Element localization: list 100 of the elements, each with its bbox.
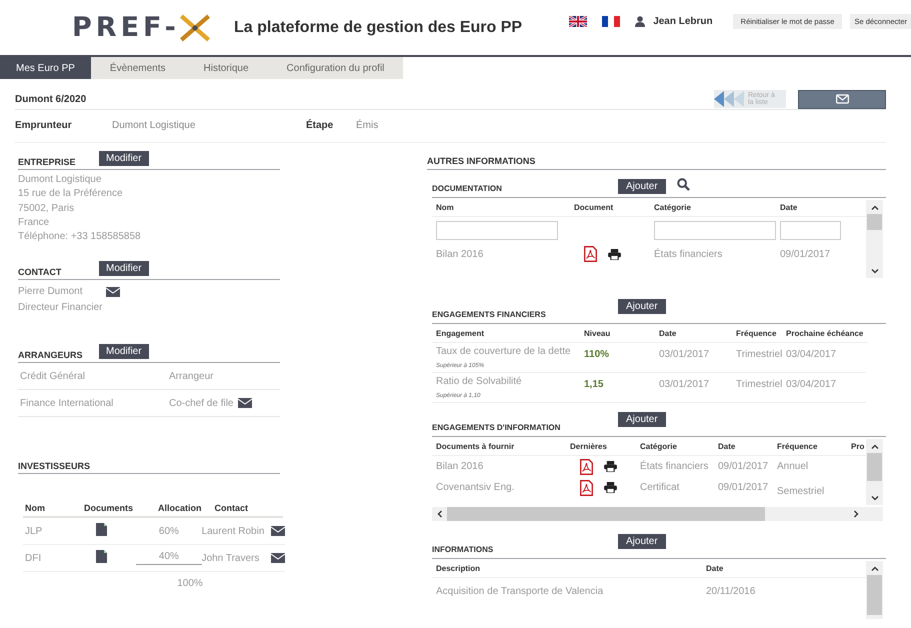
date-filter-field[interactable]: [780, 220, 841, 240]
france-flag-icon[interactable]: [602, 16, 620, 27]
document-icon[interactable]: [96, 523, 108, 536]
column-header: Description: [436, 564, 482, 572]
table-cell-text: 09/01/2017: [718, 482, 770, 493]
printer-icon[interactable]: [608, 248, 621, 260]
column-header: Engagement: [436, 328, 486, 338]
email-button[interactable]: [798, 90, 886, 108]
section-title: INFORMATIONS: [432, 545, 494, 555]
app-title: La plateforme de gestion des Euro PP: [234, 18, 522, 36]
column-header: Document: [574, 202, 614, 212]
contact-name: Pierre Dumont: [18, 285, 82, 300]
add-button[interactable]: Ajouter: [618, 534, 666, 549]
tab[interactable]: Évènements: [90, 57, 185, 79]
chevron-up-icon[interactable]: [870, 205, 878, 210]
envelope-icon[interactable]: [106, 287, 120, 298]
table-cell-text: 03/04/2017: [786, 349, 838, 360]
chevron-right-icon[interactable]: [854, 510, 859, 518]
envelope-icon[interactable]: [238, 398, 252, 408]
envelope-icon[interactable]: [271, 553, 285, 564]
table-cell-text: États financiers: [640, 461, 710, 472]
table-cell-text: Trimestriel: [736, 349, 784, 360]
table-cell-text: Certificat: [640, 482, 680, 493]
field-value: Émis: [356, 120, 378, 130]
printer-icon[interactable]: [604, 482, 617, 493]
column-header: Pro: [851, 442, 865, 450]
deal-title: Dumont 6/2020: [15, 94, 88, 104]
table-cell-text: JLP: [24, 526, 44, 537]
column-header: Nom: [24, 503, 46, 514]
table-cell-text: Covenantsiv Eng.: [436, 482, 516, 493]
pdf-icon[interactable]: [580, 480, 593, 496]
commitment-name: Taux de couverture de la dette: [436, 346, 572, 357]
chevron-left-icon[interactable]: [437, 510, 442, 518]
pdf-icon[interactable]: [580, 458, 593, 474]
modify-button[interactable]: Modifier: [99, 261, 149, 276]
tab[interactable]: Historique: [184, 57, 268, 79]
table-cell-text: 03/01/2017: [659, 349, 710, 360]
section-title: ENTREPRISE: [18, 157, 77, 168]
category-filter-field[interactable]: [654, 220, 776, 240]
arranger-role: Co-chef de file: [169, 398, 234, 409]
field-value: Dumont Logistique: [112, 120, 196, 130]
envelope-icon[interactable]: [271, 526, 285, 536]
field-label: Emprunteur: [15, 120, 73, 130]
column-header: Date: [706, 564, 724, 572]
uk-flag-icon[interactable]: [569, 16, 588, 27]
document-icon[interactable]: [96, 550, 108, 564]
table-cell: 40%: [136, 551, 202, 566]
address-line: 15 rue de la Préférence: [18, 187, 124, 202]
vertical-scrollbar[interactable]: [866, 439, 883, 505]
logo-text: PREF-: [72, 12, 180, 43]
chevron-up-icon[interactable]: [870, 566, 878, 571]
modify-button[interactable]: Modifier: [99, 151, 149, 166]
column-header: Niveau: [584, 328, 612, 338]
contact-role: Directeur Financier: [18, 301, 104, 316]
scrollbar-thumb[interactable]: [867, 453, 882, 481]
column-header: Date: [780, 202, 798, 212]
modify-button[interactable]: Modifier: [99, 344, 149, 360]
name-filter-field[interactable]: [436, 220, 558, 240]
add-button[interactable]: Ajouter: [618, 299, 666, 314]
table-cell-text: John Travers: [202, 552, 260, 564]
tab[interactable]: Mes Euro PP: [0, 57, 91, 79]
pdf-icon[interactable]: [584, 246, 597, 262]
allocation-total: 100%: [176, 578, 204, 590]
table-cell-text: 09/01/2017: [780, 248, 832, 260]
envelope-icon: [836, 94, 848, 104]
table-cell-text: Semestriel: [777, 486, 826, 496]
scrollbar-thumb[interactable]: [447, 507, 765, 521]
column-header: Nom: [436, 202, 455, 212]
column-header: Fréquence: [736, 328, 778, 338]
vertical-scrollbar[interactable]: [866, 200, 883, 278]
logo-cross-icon: [178, 14, 212, 42]
column-header: Allocation: [157, 503, 203, 514]
chevron-down-icon[interactable]: [870, 496, 878, 501]
chevron-down-icon[interactable]: [870, 269, 878, 274]
table-cell-text: Bilan 2016: [436, 248, 484, 260]
address-line: 75002, Paris: [18, 202, 76, 216]
table-cell-text: 03/04/2017: [786, 379, 838, 390]
table-cell-text: Acquisition de Transporte de Valencia: [436, 586, 604, 596]
chevron-up-icon[interactable]: [870, 444, 878, 449]
add-button[interactable]: Ajouter: [618, 412, 666, 427]
add-button[interactable]: Ajouter: [618, 179, 666, 194]
scrollbar-thumb[interactable]: [867, 575, 882, 615]
tab[interactable]: Configuration du profil: [268, 57, 404, 79]
search-icon[interactable]: [676, 178, 690, 191]
column-header: Date: [659, 328, 678, 338]
section-title: ENGAGEMENTS FINANCIERS: [432, 310, 547, 320]
printer-icon[interactable]: [604, 461, 617, 472]
table-cell-text: Bilan 2016: [436, 461, 484, 472]
table-cell-text: Laurent Robin: [202, 526, 266, 537]
vertical-scrollbar[interactable]: [866, 561, 883, 619]
column-header: Dernières: [570, 442, 608, 450]
section-title: AUTRES INFORMATIONS: [427, 156, 536, 167]
scrollbar-thumb[interactable]: [867, 214, 882, 230]
horizontal-scrollbar[interactable]: [432, 507, 883, 521]
section-title: INVESTISSEURS: [18, 461, 92, 472]
section-title: CONTACT: [18, 267, 62, 278]
table-cell-text: 03/01/2017: [659, 379, 710, 390]
column-header: Documents: [82, 503, 134, 514]
column-header: Catégorie: [640, 442, 678, 450]
table-cell-text: États financiers: [654, 248, 724, 260]
